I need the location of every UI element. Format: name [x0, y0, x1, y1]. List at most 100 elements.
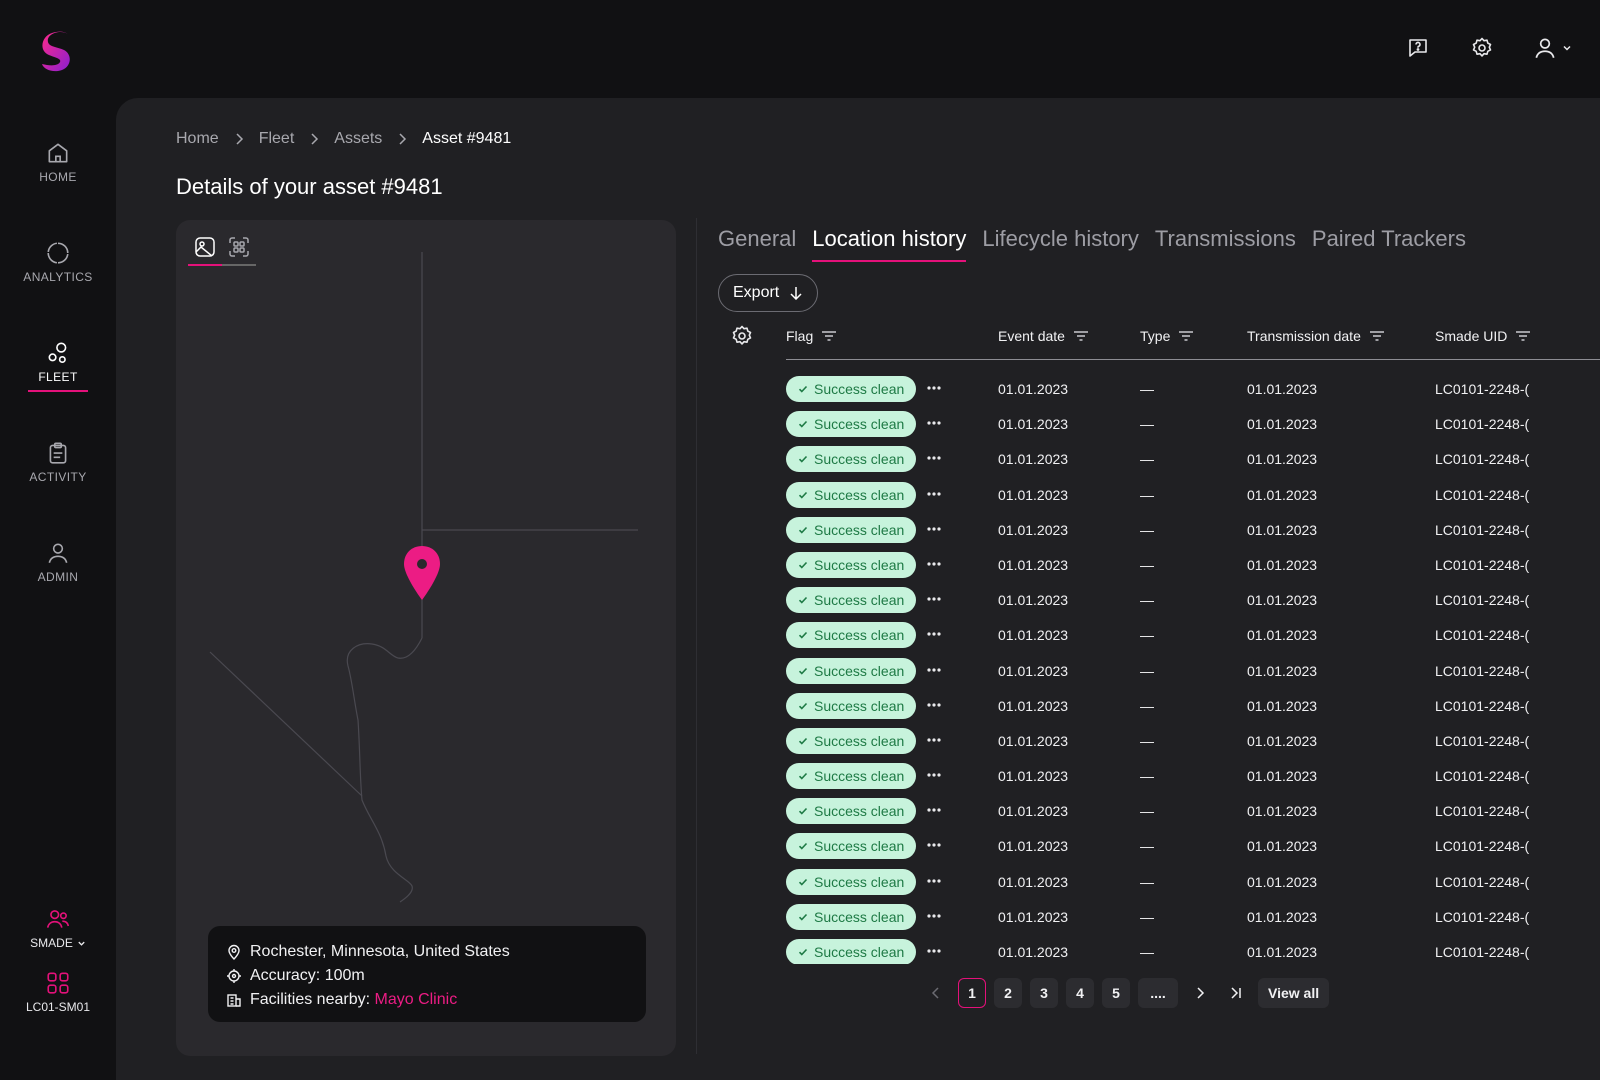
more-options-icon[interactable] — [924, 448, 944, 468]
table-row[interactable]: Success clean 01.01.2023 — 01.01.2023 LC0101… — [786, 587, 1600, 622]
next-page-button[interactable] — [1186, 978, 1214, 1008]
table-row[interactable]: Success clean 01.01.2023 — 01.01.2023 LC0101… — [786, 763, 1600, 798]
table-row[interactable]: Success clean 01.01.2023 — 01.01.2023 LC0101… — [786, 657, 1600, 693]
more-options-icon[interactable] — [924, 835, 944, 855]
status-badge[interactable]: Success clean — [786, 516, 917, 543]
device-switcher[interactable]: LC01-SM01 — [0, 970, 116, 1014]
status-badge[interactable]: Success clean — [786, 376, 917, 402]
filter-icon[interactable] — [1178, 330, 1194, 342]
table-row[interactable]: Success clean 01.01.2023 — 01.01.2023 LC0101… — [786, 446, 1600, 481]
status-badge[interactable]: Success clean — [786, 446, 917, 473]
settings-gear-icon[interactable] — [1468, 34, 1496, 62]
page-button-4[interactable]: 4 — [1066, 978, 1094, 1008]
column-header-smade-uid[interactable]: Smade UID — [1435, 328, 1531, 344]
status-badge[interactable]: Success clean — [786, 939, 917, 964]
page-button-2[interactable]: 2 — [994, 978, 1022, 1008]
table-row[interactable]: Success clean 01.01.2023 — 01.01.2023 LC0101… — [786, 727, 1600, 763]
tab-paired-trackers[interactable]: Paired Trackers — [1312, 226, 1466, 262]
status-badge[interactable]: Success clean — [786, 903, 917, 930]
table-row[interactable]: Success clean 01.01.2023 — 01.01.2023 LC0101… — [786, 939, 1600, 964]
more-options-icon[interactable] — [924, 413, 944, 433]
column-header-flag[interactable]: Flag — [786, 328, 837, 344]
prev-page-button[interactable] — [922, 978, 950, 1008]
filter-icon[interactable] — [1515, 330, 1531, 342]
user-menu-button[interactable] — [1532, 35, 1572, 61]
last-page-button[interactable] — [1222, 978, 1250, 1008]
page-button-1[interactable]: 1 — [958, 978, 986, 1008]
breadcrumb-home[interactable]: Home — [176, 130, 219, 148]
breadcrumb-assets[interactable]: Assets — [334, 130, 382, 148]
status-badge[interactable]: Success clean — [786, 411, 917, 438]
status-badge[interactable]: Success clean — [786, 868, 917, 895]
table-row[interactable]: Success clean 01.01.2023 — 01.01.2023 LC0101… — [786, 411, 1600, 446]
nav-fleet[interactable]: FLEET — [0, 330, 116, 430]
status-badge[interactable]: Success clean — [786, 587, 917, 614]
column-header-type[interactable]: Type — [1140, 328, 1194, 344]
more-options-icon[interactable] — [924, 906, 944, 926]
tab-location-history[interactable]: Location history — [812, 226, 967, 262]
filter-icon[interactable] — [821, 330, 837, 342]
status-badge[interactable]: Success clean — [786, 657, 917, 684]
more-options-icon[interactable] — [924, 519, 944, 539]
table-row[interactable]: Success clean 01.01.2023 — 01.01.2023 LC0101… — [786, 481, 1600, 517]
more-options-icon[interactable] — [924, 941, 944, 961]
more-options-icon[interactable] — [924, 589, 944, 609]
filter-icon[interactable] — [1073, 330, 1089, 342]
page-button-3[interactable]: 3 — [1030, 978, 1058, 1008]
tab-general[interactable]: General — [718, 226, 796, 262]
table-row[interactable]: Success clean 01.01.2023 — 01.01.2023 LC0101… — [786, 833, 1600, 868]
building-icon — [227, 994, 241, 1007]
status-badge[interactable]: Success clean — [786, 798, 917, 825]
tab-transmissions[interactable]: Transmissions — [1155, 226, 1296, 262]
more-options-icon[interactable] — [924, 800, 944, 820]
facility-link[interactable]: Mayo Clinic — [375, 991, 458, 1008]
table-row[interactable]: Success clean 01.01.2023 — 01.01.2023 LC0101… — [786, 376, 1600, 411]
status-badge[interactable]: Success clean — [786, 551, 917, 578]
status-badge[interactable]: Success clean — [786, 833, 917, 860]
more-options-icon[interactable] — [924, 660, 944, 680]
more-options-icon[interactable] — [924, 695, 944, 715]
breadcrumb-fleet[interactable]: Fleet — [259, 130, 295, 148]
more-options-icon[interactable] — [924, 554, 944, 574]
more-options-icon[interactable] — [924, 871, 944, 891]
map-card[interactable]: Rochester, Minnesota, United States Accu… — [176, 220, 676, 1056]
status-badge[interactable]: Success clean — [786, 727, 917, 754]
export-button[interactable]: Export — [718, 274, 819, 312]
more-options-icon[interactable] — [924, 484, 944, 504]
table-row[interactable]: Success clean 01.01.2023 — 01.01.2023 LC0101… — [786, 692, 1600, 728]
nav-home[interactable]: HOME — [0, 130, 116, 230]
nav-analytics[interactable]: ANALYTICS — [0, 230, 116, 330]
status-badge[interactable]: Success clean — [786, 763, 917, 790]
flag-label: Success clean — [814, 556, 905, 573]
column-header-event-date[interactable]: Event date — [998, 328, 1089, 344]
status-badge[interactable]: Success clean — [786, 692, 917, 719]
view-all-button[interactable]: View all — [1258, 978, 1330, 1008]
table-row[interactable]: Success clean 01.01.2023 — 01.01.2023 LC0101… — [786, 868, 1600, 904]
column-header-transmission-date[interactable]: Transmission date — [1247, 328, 1385, 344]
nav-admin[interactable]: ADMIN — [0, 530, 116, 630]
nav-activity[interactable]: ACTIVITY — [0, 430, 116, 530]
smade-uid-cell: LC0101-2248-( — [1435, 838, 1530, 855]
tab-lifecycle-history[interactable]: Lifecycle history — [982, 226, 1139, 262]
org-switcher[interactable]: SMADE — [0, 906, 116, 950]
table-row[interactable]: Success clean 01.01.2023 — 01.01.2023 LC0101… — [786, 903, 1600, 939]
location-pin-icon[interactable] — [404, 546, 440, 600]
more-options-icon[interactable] — [924, 730, 944, 750]
table-row[interactable]: Success clean 01.01.2023 — 01.01.2023 LC0101… — [786, 622, 1600, 657]
more-options-icon[interactable] — [924, 765, 944, 785]
table-row[interactable]: Success clean 01.01.2023 — 01.01.2023 LC0101… — [786, 551, 1600, 587]
scan-view-button[interactable] — [222, 230, 256, 266]
more-options-icon[interactable] — [924, 378, 944, 398]
filter-icon[interactable] — [1369, 330, 1385, 342]
page-ellipsis[interactable]: .... — [1138, 978, 1178, 1008]
status-badge[interactable]: Success clean — [786, 622, 917, 649]
help-chat-icon[interactable] — [1404, 34, 1432, 62]
table-settings-gear-icon[interactable] — [730, 324, 754, 348]
table-row[interactable]: Success clean 01.01.2023 — 01.01.2023 LC0101… — [786, 516, 1600, 552]
status-badge[interactable]: Success clean — [786, 481, 917, 508]
event-date-cell: 01.01.2023 — [998, 521, 1069, 538]
page-button-5[interactable]: 5 — [1102, 978, 1130, 1008]
map-view-button[interactable] — [188, 230, 222, 266]
more-options-icon[interactable] — [924, 624, 944, 644]
table-row[interactable]: Success clean 01.01.2023 — 01.01.2023 LC0101… — [786, 798, 1600, 833]
